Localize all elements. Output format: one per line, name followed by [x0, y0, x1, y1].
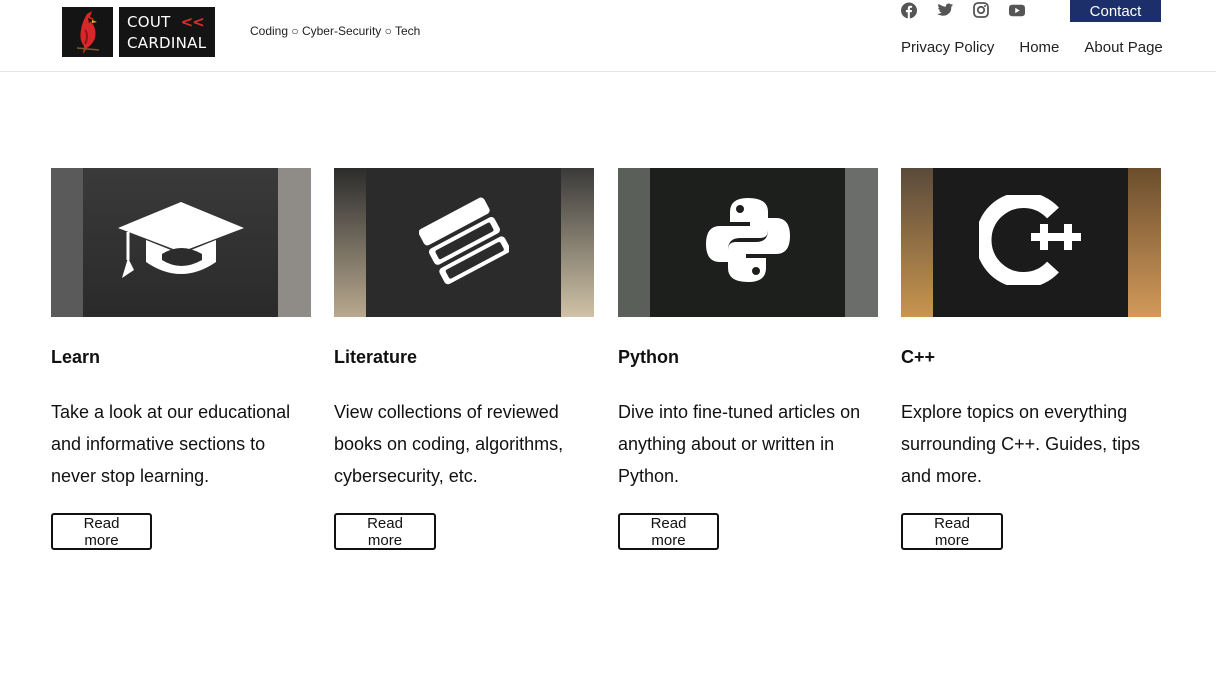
youtube-icon[interactable] — [1009, 1, 1025, 19]
cpp-icon — [975, 192, 1083, 290]
card-title: Learn — [51, 347, 101, 367]
card-description: Dive into fine-tuned articles on anythin… — [618, 402, 861, 486]
facebook-icon[interactable] — [901, 1, 917, 19]
card-learn-image[interactable] — [51, 168, 311, 317]
books-icon — [418, 194, 510, 291]
card-learn: Learn Take a look at our educational and… — [51, 168, 311, 550]
contact-button[interactable]: Contact — [1070, 0, 1161, 22]
card-title: Literature — [334, 347, 418, 367]
read-more-button[interactable]: Read more — [334, 513, 436, 550]
card-title: Python — [618, 347, 679, 367]
site-tagline: Coding ○ Cyber-Security ○ Tech — [250, 24, 421, 38]
card-python: Python Dive into fine-tuned articles on … — [618, 168, 878, 550]
nav-home[interactable]: Home — [1019, 39, 1059, 56]
card-title: C++ — [901, 347, 936, 367]
twitter-icon[interactable] — [937, 1, 953, 19]
nav-privacy-policy[interactable]: Privacy Policy — [901, 39, 994, 56]
card-description: View collections of reviewed books on co… — [334, 402, 564, 486]
card-description: Take a look at our educational and infor… — [51, 402, 291, 486]
nav-about-page[interactable]: About Page — [1084, 39, 1162, 56]
cardinal-logo-icon — [62, 7, 113, 57]
logo-line2: CARDINAL — [127, 34, 207, 52]
site-logo[interactable]: COUT << CARDINAL — [62, 7, 215, 57]
main-nav: Privacy Policy Home About Page — [901, 39, 1163, 56]
graduation-cap-icon — [116, 200, 246, 285]
card-literature-image[interactable] — [334, 168, 594, 317]
card-cpp-image[interactable] — [901, 168, 1161, 317]
python-icon — [702, 194, 794, 291]
site-header: COUT << CARDINAL Coding ○ Cyber-Security … — [0, 0, 1216, 72]
card-python-image[interactable] — [618, 168, 878, 317]
logo-line1: COUT — [127, 13, 171, 31]
logo-arrows: << — [180, 13, 205, 31]
instagram-icon[interactable] — [973, 1, 989, 19]
read-more-button[interactable]: Read more — [618, 513, 719, 550]
card-description: Explore topics on everything surrounding… — [901, 402, 1141, 486]
card-literature: Literature View collections of reviewed … — [334, 168, 594, 550]
read-more-button[interactable]: Read more — [51, 513, 152, 550]
card-cpp: C++ Explore topics on everything surroun… — [901, 168, 1161, 550]
read-more-button[interactable]: Read more — [901, 513, 1003, 550]
social-links — [901, 1, 1025, 19]
logo-wordmark: COUT << CARDINAL — [119, 7, 215, 57]
